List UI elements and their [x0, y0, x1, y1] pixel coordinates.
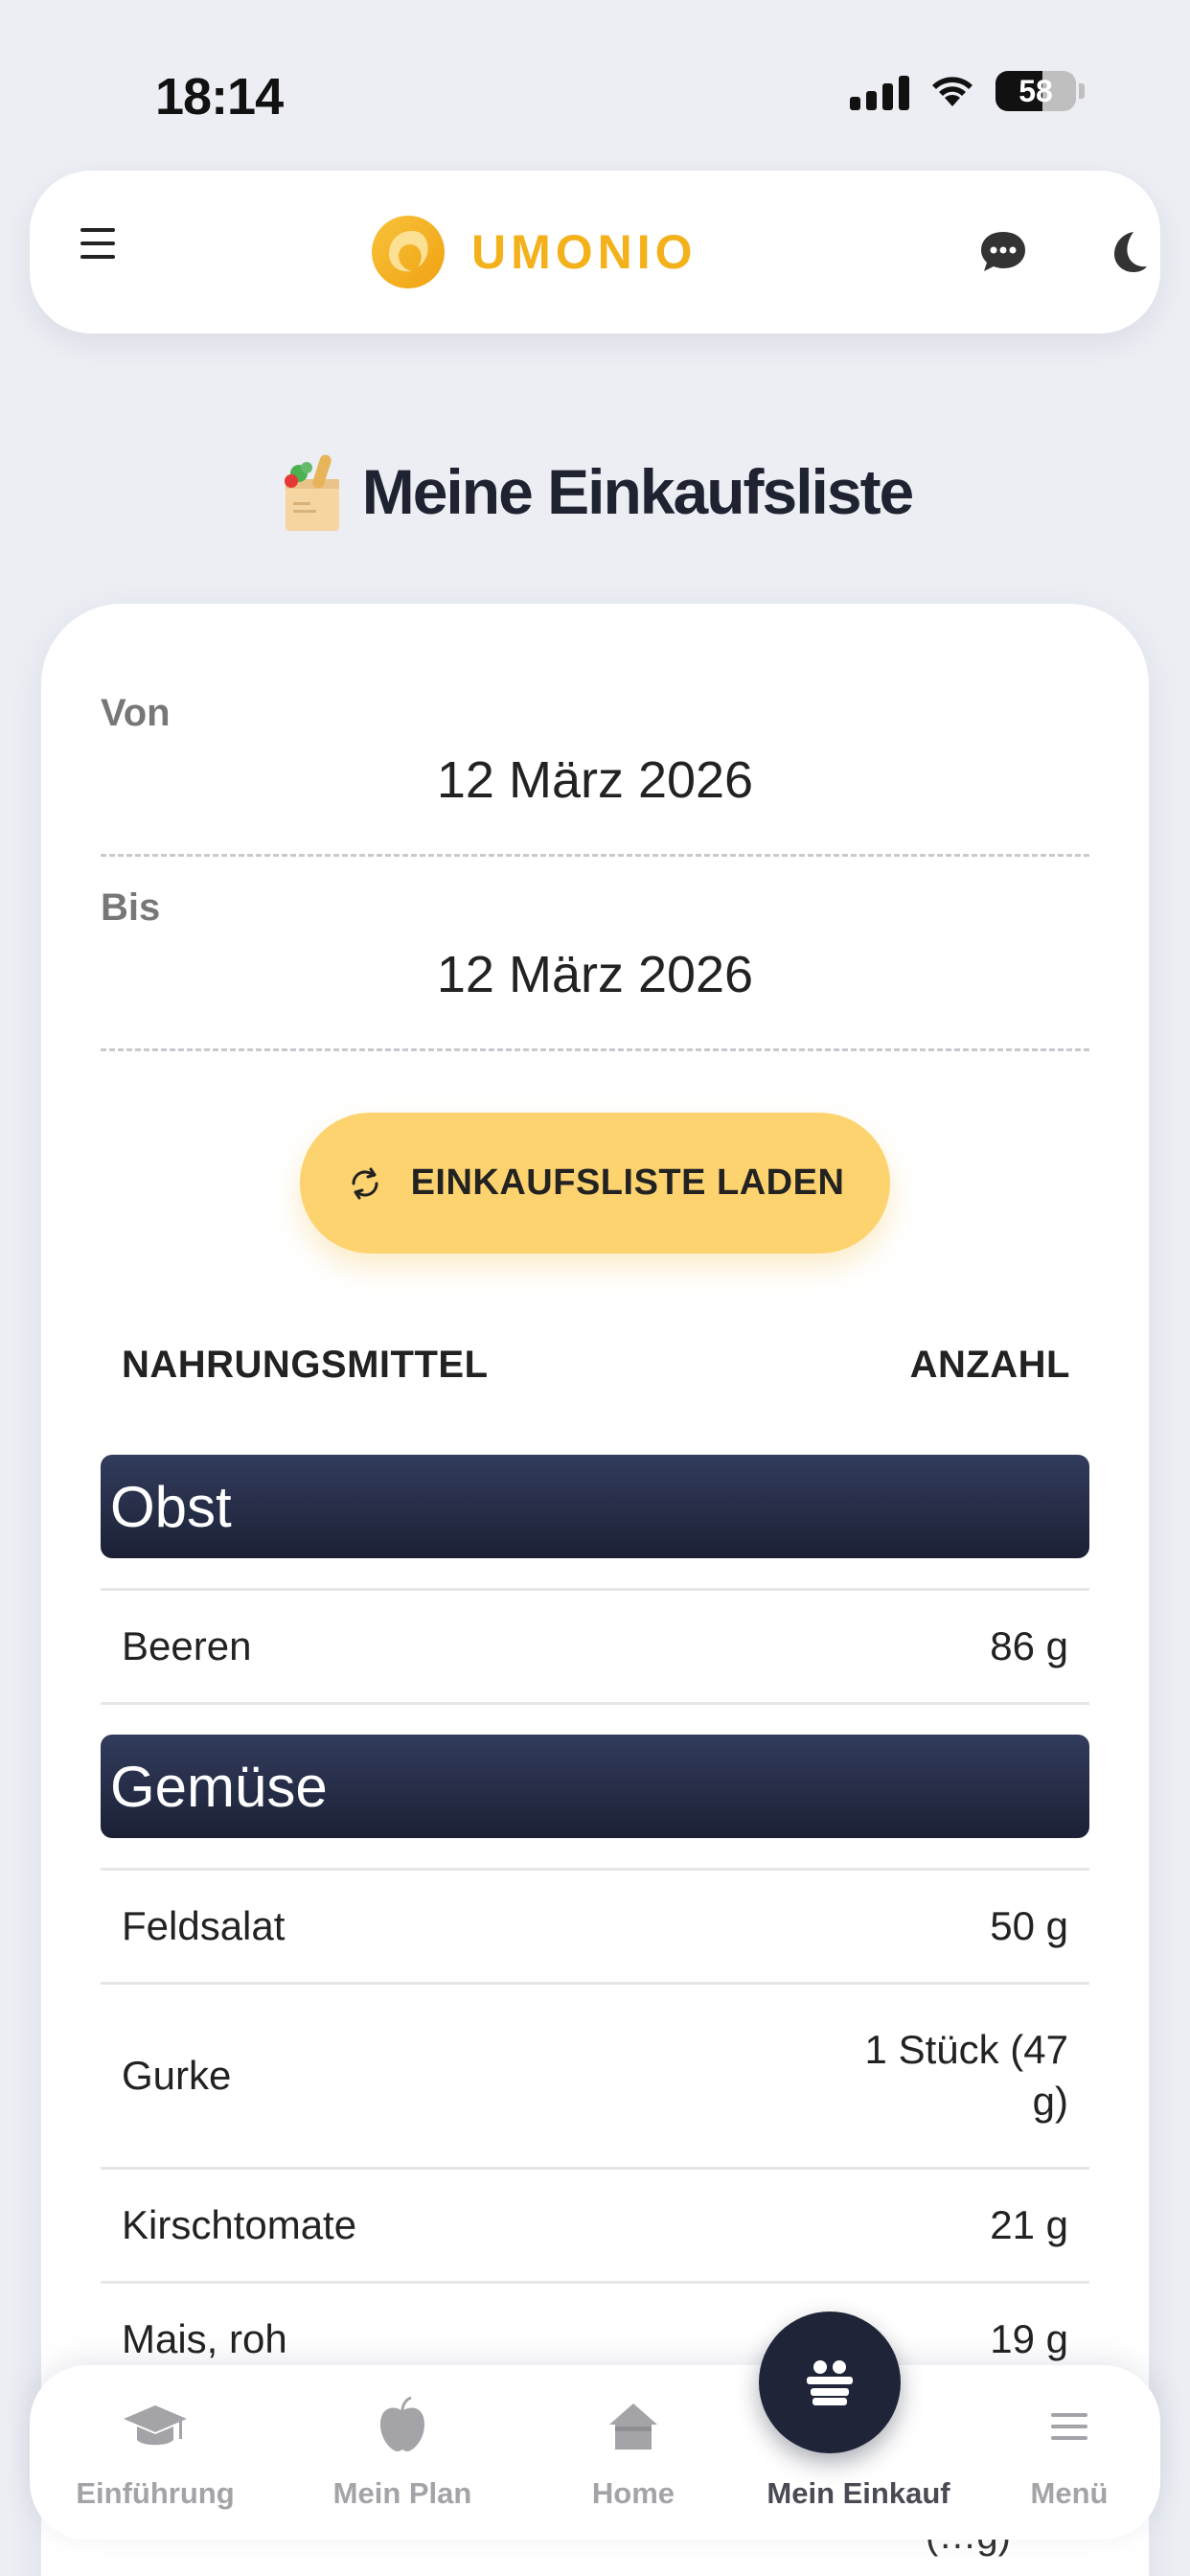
- wifi-icon: [932, 77, 973, 106]
- list-item: Beeren 86 g: [101, 1588, 1089, 1705]
- date-from-label: Von: [101, 692, 171, 734]
- date-to-value[interactable]: 12 März 2026: [101, 945, 1089, 1004]
- item-amount: 86 g: [990, 1623, 1068, 1668]
- battery-icon: 58: [995, 71, 1076, 111]
- date-to-field[interactable]: Bis 12 März 2026: [101, 886, 1089, 1051]
- column-header-amount: ANZAHL: [909, 1344, 1070, 1386]
- dark-mode-moon-icon[interactable]: [1095, 222, 1155, 282]
- nav-label: Home: [591, 2476, 675, 2510]
- page-title-row: Meine Einkaufsliste: [0, 450, 1190, 533]
- nav-item-einfuehrung[interactable]: Einführung: [55, 2365, 256, 2540]
- status-time: 18:14: [155, 68, 284, 126]
- item-amount-line1: 1 Stück (47: [864, 2027, 1068, 2072]
- item-name: Mais, roh: [122, 2316, 287, 2361]
- item-amount: 1 Stück (47 g): [865, 2024, 1068, 2128]
- brand-name: UMONIO: [471, 225, 698, 279]
- date-from-field[interactable]: Von 12 März 2026: [101, 692, 1089, 857]
- item-amount-line2: g): [1032, 2079, 1068, 2124]
- table-header: NAHRUNGSMITTEL ANZAHL: [122, 1344, 1070, 1387]
- brand-logo[interactable]: UMONIO: [370, 214, 698, 290]
- umonio-logo-icon: [372, 216, 445, 288]
- column-header-food: NAHRUNGSMITTEL: [122, 1344, 489, 1386]
- date-to-label: Bis: [101, 886, 161, 929]
- nav-item-menu[interactable]: Menü: [988, 2365, 1151, 2540]
- nav-label: Mein Einkauf: [767, 2476, 950, 2510]
- app-screen: 18:14 58 UMONIO Meine Einkaufsliste Von …: [0, 0, 1190, 2576]
- list-item: Feldsalat 50 g: [101, 1868, 1089, 1985]
- home-icon: [609, 2404, 657, 2450]
- shopping-basket-icon: [807, 2360, 853, 2405]
- date-from-value[interactable]: 12 März 2026: [101, 750, 1089, 810]
- item-name: Gurke: [122, 2053, 232, 2098]
- load-shopping-list-button[interactable]: EINKAUFSLISTE LADEN: [300, 1113, 890, 1254]
- nav-item-home[interactable]: Home: [538, 2365, 729, 2540]
- nav-item-mein-plan[interactable]: Mein Plan: [307, 2365, 498, 2540]
- hamburger-menu-icon[interactable]: [72, 228, 124, 276]
- battery-indicator: 58: [995, 71, 1085, 111]
- shopping-list-card: Von 12 März 2026 Bis 12 März 2026 EINKAU…: [41, 604, 1149, 2576]
- nav-label: Menü: [1030, 2476, 1109, 2510]
- load-button-label: EINKAUFSLISTE LADEN: [410, 1162, 845, 1203]
- bottom-navigation: Einführung Mein Plan Home Mein Einkauf M…: [30, 2365, 1160, 2540]
- item-amount: 19 g: [990, 2316, 1068, 2361]
- menu-icon: [1051, 2413, 1087, 2440]
- item-name: Feldsalat: [122, 1903, 286, 1948]
- list-item: Kirschtomate 21 g: [101, 2167, 1089, 2284]
- category-header-gemuese: Gemüse: [101, 1735, 1089, 1838]
- cellular-signal-icon: [850, 72, 909, 110]
- category-header-obst: Obst: [101, 1455, 1089, 1558]
- grocery-bag-icon: [284, 454, 339, 531]
- shopping-basket-fab[interactable]: [759, 2312, 901, 2453]
- refresh-icon: [352, 1167, 378, 1199]
- list-item: Gurke 1 Stück (47 g): [101, 1982, 1089, 2170]
- page-title: Meine Einkaufsliste: [361, 456, 915, 527]
- battery-cap: [1079, 83, 1085, 99]
- battery-percent: 58: [1018, 73, 1053, 108]
- status-bar: 18:14 58: [0, 0, 1190, 163]
- nav-label: Einführung: [76, 2476, 235, 2510]
- graduation-cap-icon: [124, 2405, 187, 2446]
- item-name: Kirschtomate: [122, 2202, 357, 2247]
- item-name: Beeren: [122, 1623, 252, 1668]
- app-header: UMONIO: [30, 171, 1160, 334]
- item-amount: 21 g: [990, 2202, 1068, 2247]
- status-icons: 58: [850, 71, 1085, 111]
- item-amount: 50 g: [990, 1903, 1068, 1948]
- apple-icon: [380, 2396, 424, 2451]
- nav-label: Mein Plan: [332, 2476, 472, 2510]
- chat-icon[interactable]: [973, 222, 1033, 282]
